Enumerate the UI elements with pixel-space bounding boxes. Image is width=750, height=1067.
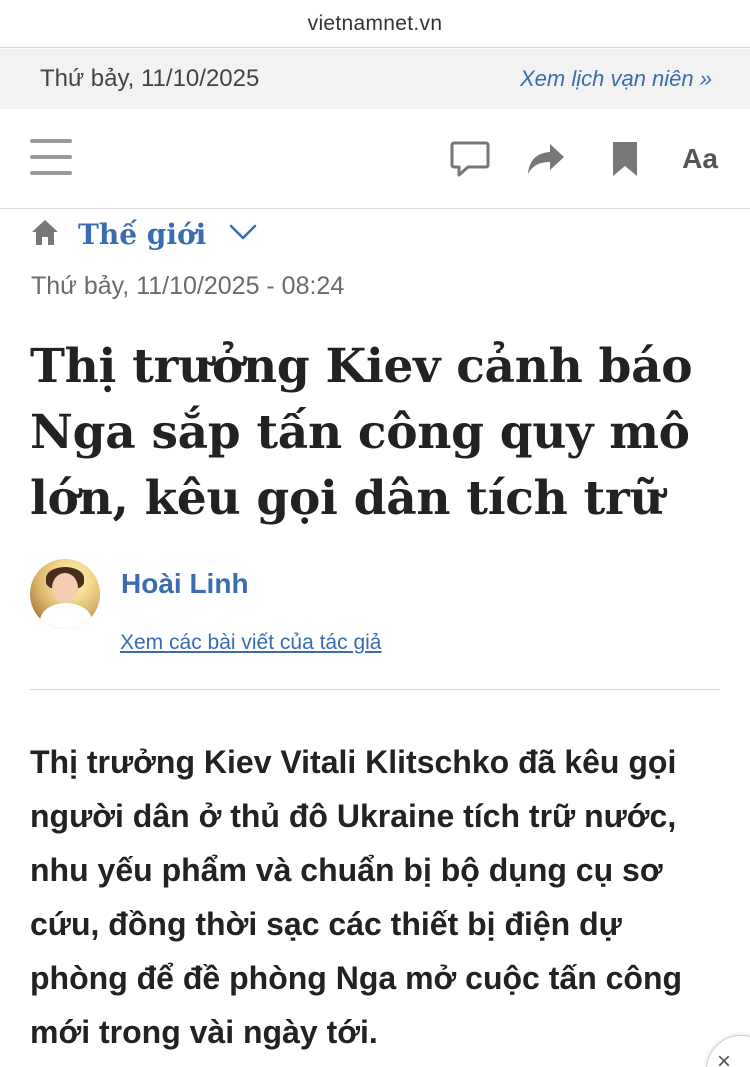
font-size-button[interactable]: Aa [678,137,722,181]
browser-address-bar[interactable]: vietnamnet.vn [0,0,750,48]
breadcrumb: Thế giới [30,212,258,256]
author-articles-link[interactable]: Xem các bài viết của tác giả [120,631,381,655]
date-strip: Thứ bảy, 11/10/2025 Xem lịch vạn niên » [0,49,750,109]
bookmark-icon[interactable] [603,137,647,181]
close-icon: × [717,1048,732,1067]
chevron-down-icon[interactable] [228,223,258,246]
calendar-link[interactable]: Xem lịch vạn niên » [520,66,712,92]
hamburger-menu-icon[interactable] [30,139,72,177]
article-sapo: Thị trưởng Kiev Vitali Klitschko đã kêu … [30,744,683,1050]
publish-date: Thứ bảy, 11/10/2025 - 08:24 [31,272,345,300]
current-date: Thứ bảy, 11/10/2025 [40,65,260,92]
share-icon[interactable] [524,137,568,181]
author-name[interactable]: Hoài Linh [121,568,249,600]
comment-icon[interactable] [448,137,492,181]
article-title: Thị trưởng Kiev cảnh báo Nga sắp tấn côn… [30,339,693,526]
divider [30,689,720,690]
article-toolbar: Aa [0,109,750,209]
avatar[interactable] [30,559,100,629]
category-link[interactable]: Thế giới [78,218,206,251]
browser-domain: vietnamnet.vn [307,11,443,35]
home-icon[interactable] [30,218,60,251]
